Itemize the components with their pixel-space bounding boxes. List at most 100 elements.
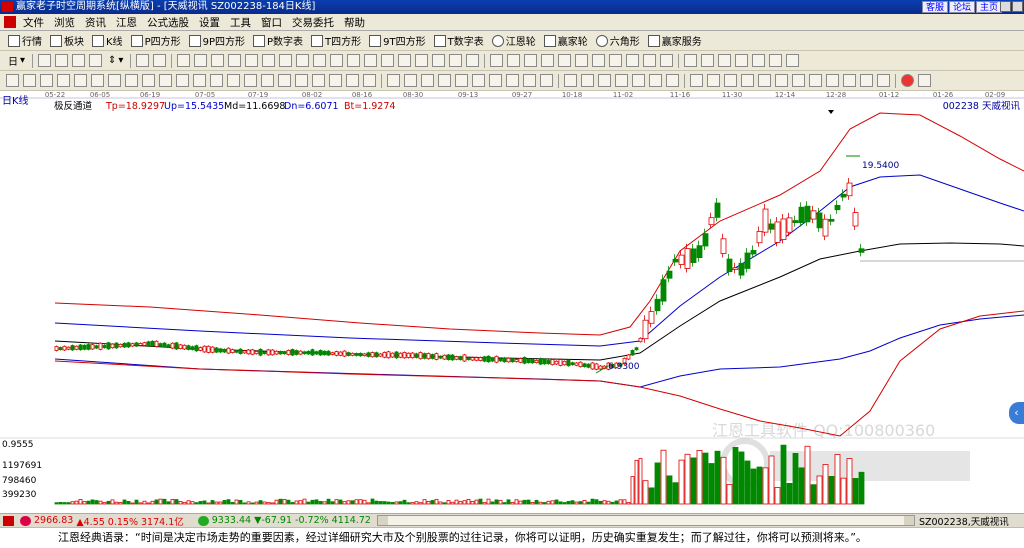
chart-tool-icon[interactable] (626, 54, 640, 67)
chart-tool-icon[interactable] (684, 54, 698, 67)
chart-tool-icon[interactable] (346, 74, 359, 87)
kline-chart[interactable]: 江恩工具软件 QQ:100800360 05-22 06-05 06-19 07-05… (0, 91, 1024, 513)
kline-button[interactable]: K线 (88, 32, 127, 50)
chart-tool-icon[interactable] (40, 74, 53, 87)
kline-chart-svg[interactable]: 江恩工具软件 QQ:100800360 05-22 06-05 06-19 07-05… (0, 91, 1024, 513)
menu-tools[interactable]: 工具 (225, 15, 256, 30)
sector-button[interactable]: 板块 (46, 32, 88, 50)
chart-tool-icon[interactable] (701, 54, 715, 67)
chart-tool-icon[interactable] (598, 74, 611, 87)
chart-tool-icon[interactable] (707, 74, 720, 87)
chart-tool-icon[interactable] (159, 74, 172, 87)
chart-tool-icon[interactable] (404, 74, 417, 87)
chart-tool-icon[interactable] (363, 74, 376, 87)
plus-icon[interactable] (507, 54, 521, 67)
chart-tool-icon[interactable] (295, 74, 308, 87)
chart-tool-icon[interactable] (581, 74, 594, 87)
chart-tool-icon[interactable] (55, 54, 69, 67)
chart-tool-icon[interactable] (89, 54, 103, 67)
winner-wheel-button[interactable]: 赢家轮 (540, 32, 592, 50)
hexagon-button[interactable]: 六角形 (592, 32, 644, 50)
chart-tool-icon[interactable] (347, 54, 361, 67)
close-icon[interactable] (1012, 1, 1023, 12)
chart-tool-icon[interactable] (23, 74, 36, 87)
wave-icon[interactable] (918, 74, 931, 87)
chart-tool-icon[interactable] (142, 74, 155, 87)
horizontal-scrollbar[interactable] (376, 515, 915, 526)
hand-icon[interactable] (490, 54, 504, 67)
chart-tool-icon[interactable] (826, 74, 839, 87)
menu-window[interactable]: 窗口 (256, 15, 287, 30)
gann-wheel-button[interactable]: 江恩轮 (488, 32, 540, 50)
chart-tool-icon[interactable] (449, 54, 463, 67)
chart-tool-icon[interactable] (210, 74, 223, 87)
t-square-button[interactable]: T四方形 (307, 32, 365, 50)
chart-tool-icon[interactable] (523, 74, 536, 87)
chart-tool-icon[interactable] (432, 54, 446, 67)
chart-tool-icon[interactable] (279, 54, 293, 67)
chart-tool-icon[interactable] (752, 54, 766, 67)
chart-tool-icon[interactable] (244, 74, 257, 87)
chart-tool-icon[interactable] (775, 74, 788, 87)
chart-tool-icon[interactable] (330, 54, 344, 67)
chart-tool-icon[interactable] (57, 74, 70, 87)
chart-tool-icon[interactable] (615, 74, 628, 87)
quote-button[interactable]: 行情 (4, 32, 46, 50)
menu-gann[interactable]: 江恩 (111, 15, 142, 30)
chart-tool-icon[interactable] (387, 74, 400, 87)
zoom-icon[interactable] (136, 54, 150, 67)
side-expand-button[interactable]: ‹ (1009, 402, 1024, 424)
chart-tool-icon[interactable] (312, 74, 325, 87)
t-table-button[interactable]: T数字表 (430, 32, 488, 50)
chart-tool-icon[interactable] (575, 54, 589, 67)
prev-icon[interactable] (194, 54, 208, 67)
chart-tool-icon[interactable] (792, 74, 805, 87)
chart-tool-icon[interactable] (381, 54, 395, 67)
chart-tool-icon[interactable] (735, 54, 749, 67)
menu-formula[interactable]: 公式选股 (142, 15, 194, 30)
chart-tool-icon[interactable] (724, 74, 737, 87)
color-icon[interactable] (901, 74, 914, 87)
chart-tool-icon[interactable] (489, 74, 502, 87)
minimize-icon[interactable] (1000, 1, 1011, 12)
last-icon[interactable] (228, 54, 242, 67)
chart-tool-icon[interactable] (540, 74, 553, 87)
9p-square-button[interactable]: 9P四方形 (185, 32, 249, 50)
chart-tool-icon[interactable] (313, 54, 327, 67)
chart-tool-icon[interactable] (769, 54, 783, 67)
chart-tool-icon[interactable] (262, 54, 276, 67)
chart-tool-icon[interactable] (758, 74, 771, 87)
chart-tool-icon[interactable] (227, 74, 240, 87)
chart-tool-icon[interactable] (438, 74, 451, 87)
chart-tool-icon[interactable] (741, 74, 754, 87)
chart-tool-icon[interactable] (649, 74, 662, 87)
chart-tool-icon[interactable] (329, 74, 342, 87)
menu-file[interactable]: 文件 (18, 15, 49, 30)
scroll-right-icon[interactable] (903, 516, 914, 525)
chart-tool-icon[interactable] (455, 74, 468, 87)
scroll-left-icon[interactable] (377, 516, 388, 525)
chart-tool-icon[interactable] (108, 74, 121, 87)
chart-tool-icon[interactable] (592, 54, 606, 67)
chart-tool-icon[interactable] (541, 54, 555, 67)
chart-tool-icon[interactable] (6, 74, 19, 87)
chart-tool-icon[interactable] (415, 54, 429, 67)
menu-browse[interactable]: 浏览 (49, 15, 80, 30)
chart-tool-icon[interactable] (843, 74, 856, 87)
chart-tool-icon[interactable] (609, 54, 623, 67)
chart-tool-icon[interactable] (809, 74, 822, 87)
chart-tool-icon[interactable] (690, 74, 703, 87)
chart-tool-icon[interactable] (364, 54, 378, 67)
first-icon[interactable] (177, 54, 191, 67)
chart-tool-icon[interactable] (278, 74, 291, 87)
chart-tool-icon[interactable] (860, 74, 873, 87)
chart-tool-icon[interactable] (558, 54, 572, 67)
link-service[interactable]: 客服 (921, 1, 948, 13)
menu-settings[interactable]: 设置 (194, 15, 225, 30)
link-home[interactable]: 主页 (975, 1, 1002, 13)
chart-tool-icon[interactable] (643, 54, 657, 67)
chart-tool-icon[interactable] (466, 54, 480, 67)
chart-tool-icon[interactable] (193, 74, 206, 87)
chart-tool-icon[interactable] (421, 74, 434, 87)
chart-tool-icon[interactable] (660, 54, 674, 67)
